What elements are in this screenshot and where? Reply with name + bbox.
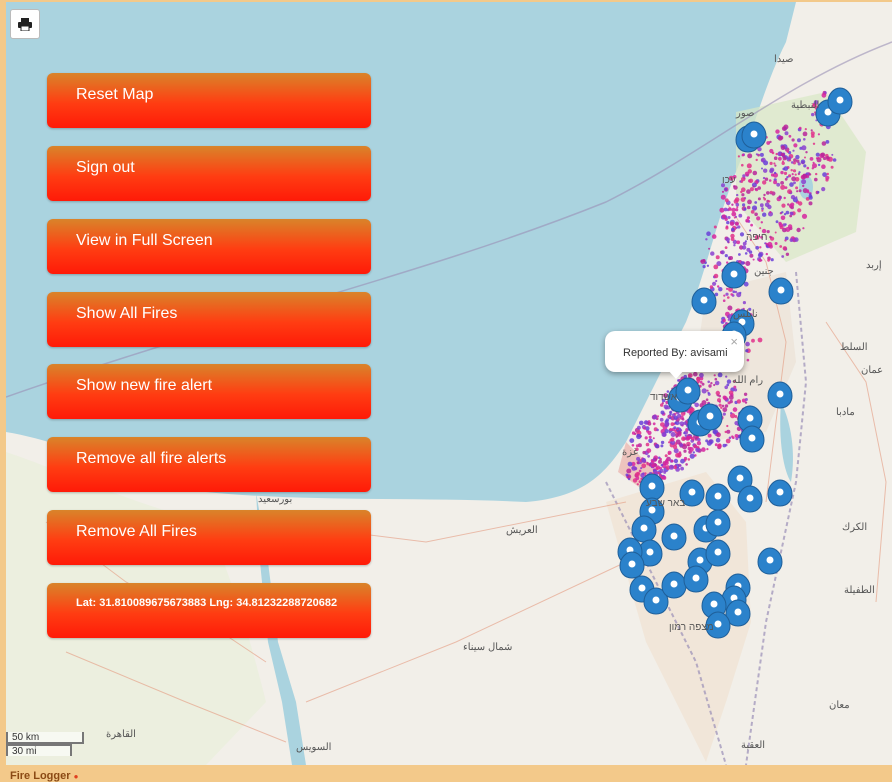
reset-map-button[interactable]: Reset Map [47,73,371,128]
label-karak: الكرك [842,522,868,533]
label-mitzpe-ramon: מצפה רמון [669,622,714,633]
full-screen-button[interactable]: View in Full Screen [47,219,371,274]
fire-marker-icon[interactable] [721,261,747,289]
label-cairo: القاهرة [106,729,136,740]
map-scale: 50 km 30 mi [6,732,84,757]
label-haifa: חיפה [746,232,768,243]
fire-marker-icon[interactable] [639,473,665,501]
show-new-fire-alert-button[interactable]: Show new fire alert [47,364,371,419]
scale-metric: 50 km [6,732,84,744]
label-jenin: جنين [754,266,774,277]
popup-text: Reported By: avisami [623,347,728,359]
label-irbid: إربد [866,260,882,271]
label-ramallah: رام الله [732,375,764,386]
fire-marker-icon[interactable] [631,515,657,543]
fire-marker-icon[interactable] [705,539,731,567]
label-suez: السويس [296,742,332,753]
fire-marker-icon[interactable] [705,483,731,511]
label-madaba: مادبا [836,407,855,418]
fire-marker-icon[interactable] [691,287,717,315]
fire-marker-icon[interactable] [768,277,794,305]
fire-marker-icon[interactable] [661,523,687,551]
remove-fire-alerts-button[interactable]: Remove all fire alerts [47,437,371,492]
label-north-sinai: شمال سيناء [463,642,513,653]
sign-out-button[interactable]: Sign out [47,146,371,201]
fire-marker-icon[interactable] [737,485,763,513]
label-aqaba: العقبة [741,740,766,751]
fire-marker-icon[interactable] [767,479,793,507]
label-maan: معان [829,700,850,711]
fire-marker-icon[interactable] [661,571,687,599]
fire-marker-icon[interactable] [675,377,701,405]
label-sidon: صيدا [774,54,794,65]
scale-imperial: 30 mi [6,744,72,757]
print-button[interactable] [10,9,40,39]
label-nabatieh: النبطية [791,100,820,111]
label-amman: عمان [861,365,884,376]
coordinates-display: Lat: 31.810089675673883 Lng: 34.81232288… [47,583,371,638]
label-gaza: غزة [622,447,638,458]
fire-marker-icon[interactable] [705,509,731,537]
label-ashdod: אשדוד [650,392,678,403]
fire-marker-icon[interactable] [619,551,645,579]
label-salt: السلط [840,342,868,353]
remove-all-fires-button[interactable]: Remove All Fires [47,510,371,565]
label-tyre: صور [736,108,755,119]
fire-marker-icon[interactable] [767,381,793,409]
label-port-said: بورسعيد [258,494,293,505]
fire-marker-icon[interactable] [741,121,767,149]
printer-icon [18,17,32,31]
fire-marker-icon[interactable] [739,425,765,453]
label-beer-sheva: באר שבע [646,498,686,509]
app-name: Fire Logger [10,770,71,782]
show-all-fires-button[interactable]: Show All Fires [47,292,371,347]
fire-marker-icon[interactable] [697,403,723,431]
popup-close-button[interactable]: × [730,335,738,348]
marker-popup: × Reported By: avisami [605,331,744,379]
app-footer: Fire Logger ● [10,770,78,782]
label-tafilah: الطفيلة [844,585,875,596]
fire-marker-icon[interactable] [757,547,783,575]
fire-marker-icon[interactable] [827,87,853,115]
label-el-arish: العريش [506,525,538,536]
popup-tip [667,369,685,379]
fire-marker-icon[interactable] [683,565,709,593]
label-nablus: نابلس [733,309,758,320]
label-acre: עכו [722,175,736,186]
